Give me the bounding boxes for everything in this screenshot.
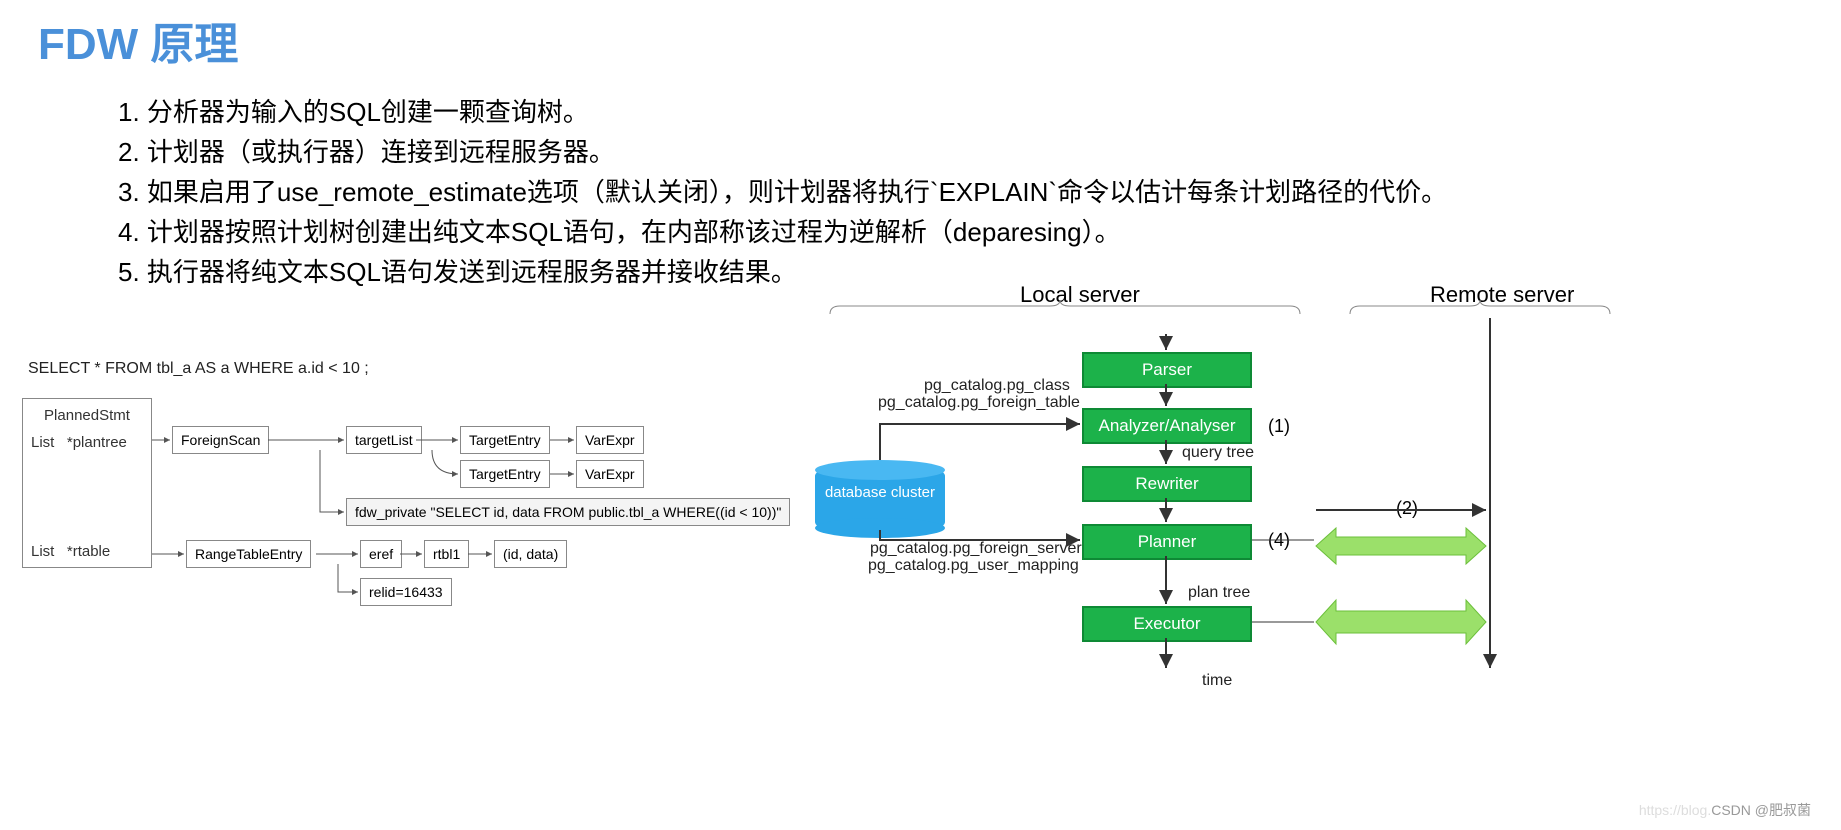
node-iddata: (id, data) bbox=[494, 540, 567, 568]
pstmt-row2-b: *rtable bbox=[67, 543, 110, 560]
step-5: 5. 执行器将纯文本SQL语句发送到远程服务器并接收结果。 bbox=[118, 252, 1841, 292]
node-relid: relid=16433 bbox=[360, 578, 452, 606]
box-analyzer: Analyzer/Analyser bbox=[1082, 408, 1252, 444]
node-rangetableentry: RangeTableEntry bbox=[186, 540, 311, 568]
num-5: (5) bbox=[1396, 612, 1418, 633]
db-cylinder: database cluster bbox=[815, 460, 945, 532]
db-label: database cluster bbox=[815, 484, 945, 501]
label-plantree: plan tree bbox=[1188, 584, 1250, 602]
label-querytree: query tree bbox=[1182, 444, 1254, 462]
step-1: 1. 分析器为输入的SQL创建一颗查询树。 bbox=[118, 92, 1841, 132]
node-fdw-private: fdw_private "SELECT id, data FROM public… bbox=[346, 498, 790, 526]
watermark-main: CSDN @肥叔菌 bbox=[1711, 802, 1811, 818]
label-time: time bbox=[1202, 672, 1232, 690]
node-targetentry-1: TargetEntry bbox=[460, 426, 550, 454]
watermark: https://blog.CSDN @肥叔菌 bbox=[1639, 800, 1811, 820]
node-varexpr-1: VarExpr bbox=[576, 426, 644, 454]
plannedstmt-box: PlannedStmt List *plantree List *rtable bbox=[22, 398, 152, 568]
header-local: Local server bbox=[1020, 282, 1140, 308]
step-2: 2. 计划器（或执行器）连接到远程服务器。 bbox=[118, 132, 1841, 172]
num-4: (4) bbox=[1268, 530, 1290, 551]
step-3: 3. 如果启用了use_remote_estimate选项（默认关闭），则计划器… bbox=[118, 172, 1841, 212]
pstmt-row1-b: *plantree bbox=[67, 434, 127, 451]
box-planner: Planner bbox=[1082, 524, 1252, 560]
box-rewriter: Rewriter bbox=[1082, 466, 1252, 502]
node-varexpr-2: VarExpr bbox=[576, 460, 644, 488]
sql-statement: SELECT * FROM tbl_a AS a WHERE a.id < 10… bbox=[28, 360, 369, 378]
num-2: (2) bbox=[1396, 498, 1418, 519]
pstmt-row2-a: List bbox=[31, 543, 54, 560]
node-targetentry-2: TargetEntry bbox=[460, 460, 550, 488]
step-4: 4. 计划器按照计划树创建出纯文本SQL语句，在内部称该过程为逆解析（depar… bbox=[118, 212, 1841, 252]
node-rtbl1: rtbl1 bbox=[424, 540, 469, 568]
num-1: (1) bbox=[1268, 416, 1290, 437]
header-remote: Remote server bbox=[1430, 282, 1574, 308]
label-cat2a: pg_catalog.pg_foreign_server bbox=[870, 540, 1082, 558]
plannedstmt-header: PlannedStmt bbox=[31, 407, 143, 424]
steps-list: 1. 分析器为输入的SQL创建一颗查询树。 2. 计划器（或执行器）连接到远程服… bbox=[118, 92, 1841, 292]
num-3: (3) bbox=[1396, 535, 1418, 556]
watermark-faint: https://blog. bbox=[1639, 802, 1711, 818]
node-foreignscan: ForeignScan bbox=[172, 426, 269, 454]
label-cat2b: pg_catalog.pg_user_mapping bbox=[868, 557, 1079, 575]
box-parser: Parser bbox=[1082, 352, 1252, 388]
node-targetlist: targetList bbox=[346, 426, 422, 454]
node-eref: eref bbox=[360, 540, 402, 568]
pstmt-row1-a: List bbox=[31, 434, 54, 451]
label-cat1a: pg_catalog.pg_class bbox=[924, 377, 1070, 395]
page-title: FDW 原理 bbox=[0, 0, 1841, 72]
box-executor: Executor bbox=[1082, 606, 1252, 642]
label-cat1b: pg_catalog.pg_foreign_table bbox=[878, 394, 1080, 412]
